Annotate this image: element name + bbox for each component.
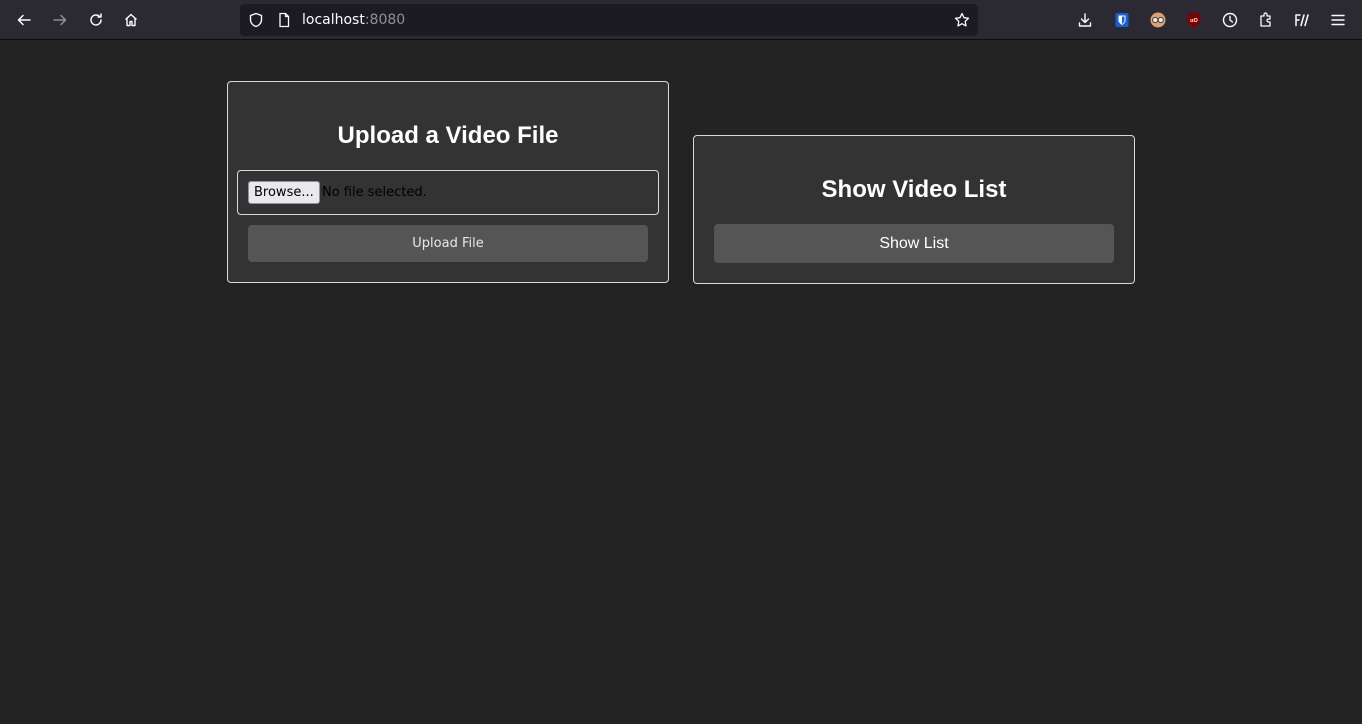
url-host: localhost: [302, 12, 365, 28]
reload-icon[interactable]: [82, 6, 110, 34]
page-info-icon[interactable]: [276, 12, 292, 28]
video-list-card-title: Show Video List: [821, 176, 1007, 203]
url-port: :8080: [364, 12, 406, 28]
home-icon[interactable]: [117, 6, 145, 34]
bookmark-star-icon[interactable]: [954, 12, 970, 28]
file-input[interactable]: Browse... No file selected.: [237, 170, 659, 215]
browse-button[interactable]: Browse...: [248, 181, 320, 204]
browser-toolbar: localhost:8080 uO: [0, 0, 1362, 40]
library-icon[interactable]: [1294, 12, 1310, 28]
url-text[interactable]: localhost:8080: [302, 4, 405, 36]
url-bar[interactable]: localhost:8080: [240, 4, 978, 36]
menu-icon[interactable]: [1330, 12, 1346, 28]
forward-icon[interactable]: [46, 6, 74, 34]
bitwarden-icon[interactable]: [1114, 12, 1130, 28]
upload-file-button[interactable]: Upload File: [248, 225, 648, 262]
ublock-icon[interactable]: uO: [1186, 12, 1202, 28]
history-icon[interactable]: [1222, 12, 1238, 28]
upload-card-title: Upload a Video File: [337, 122, 559, 149]
downloads-icon[interactable]: [1077, 12, 1093, 28]
file-status-text: No file selected.: [322, 185, 427, 200]
upload-card: Upload a Video File Browse... No file se…: [227, 81, 669, 283]
svg-text:uO: uO: [1190, 18, 1198, 24]
extension-glasses-icon[interactable]: [1150, 12, 1166, 28]
video-list-card: Show Video List Show List: [693, 135, 1135, 284]
extensions-icon[interactable]: [1258, 12, 1274, 28]
tracking-protection-icon[interactable]: [248, 12, 264, 28]
back-icon[interactable]: [10, 6, 38, 34]
show-list-button[interactable]: Show List: [714, 224, 1114, 263]
